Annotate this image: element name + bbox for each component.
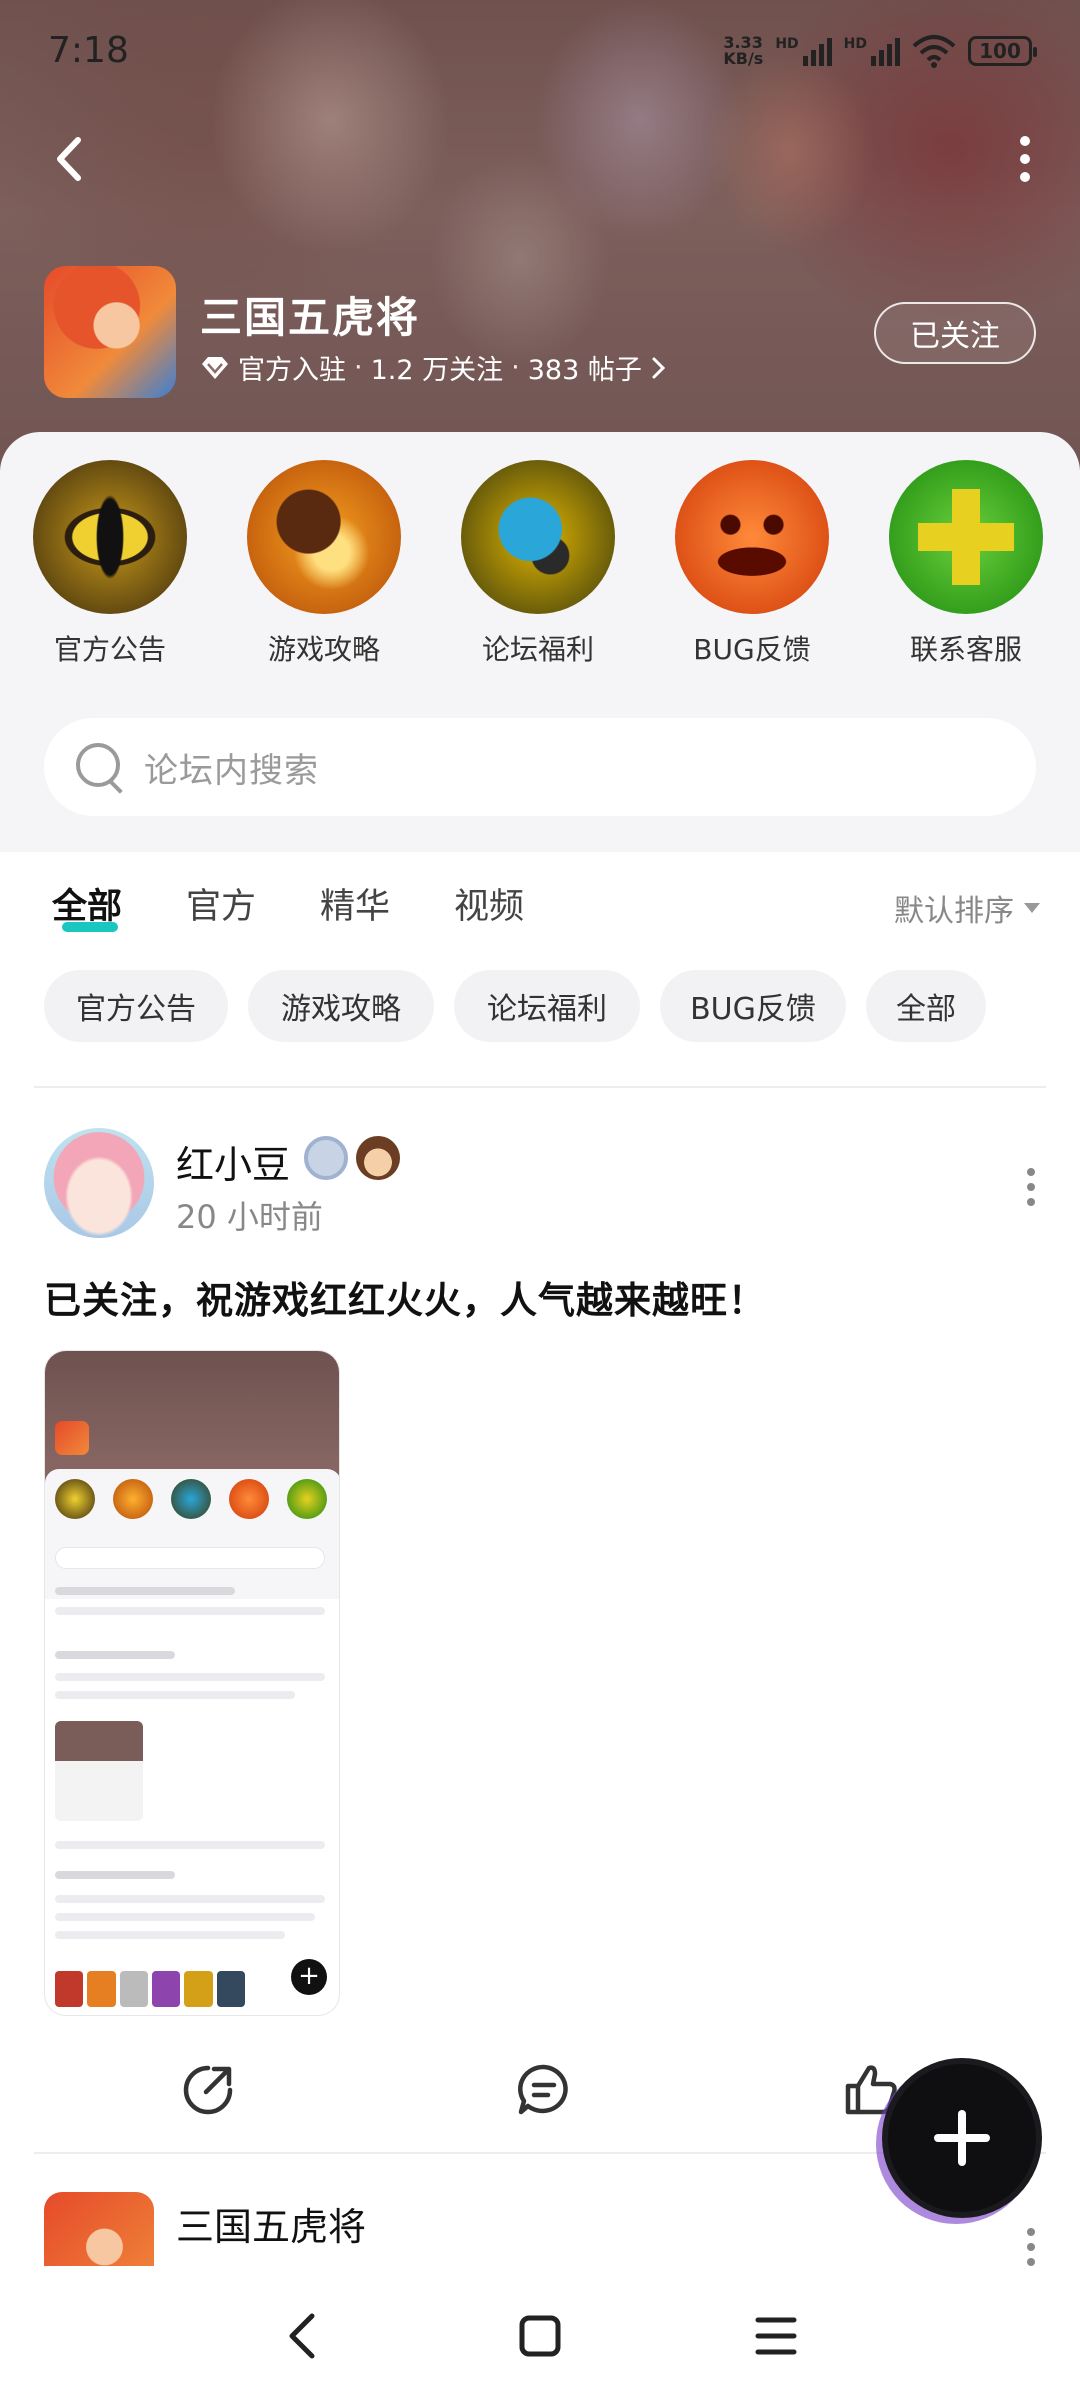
search-bar[interactable]: 论坛内搜索	[44, 718, 1036, 816]
character-badge-icon	[356, 1136, 400, 1180]
posts-count: 383 帖子	[527, 355, 642, 386]
sort-label: 默认排序	[894, 894, 1014, 929]
pumpkin-icon	[675, 460, 829, 614]
network-speed: 3.33 KB/s	[723, 35, 763, 67]
post-author[interactable]: 红小豆	[176, 1134, 290, 1189]
strategy-icon	[247, 460, 401, 614]
comment-button[interactable]	[514, 2060, 574, 2120]
tab-featured[interactable]: 精华	[320, 878, 390, 929]
signal-icon-2: HD	[844, 36, 900, 66]
status-icons: 3.33 KB/s HD HD 100	[723, 34, 1037, 68]
back-button[interactable]	[46, 134, 96, 184]
follow-button[interactable]: 已关注	[874, 302, 1036, 364]
chip-all[interactable]: 全部	[866, 970, 986, 1042]
category-chips: 官方公告 游戏攻略 论坛福利 BUG反馈 全部	[0, 970, 1080, 1046]
game-logo	[44, 266, 176, 398]
post-text[interactable]: 已关注，祝游戏红红火火，人气越来越旺！	[44, 1270, 766, 1324]
nav-back-icon	[289, 2313, 315, 2359]
quick-links: 官方公告 游戏攻略 论坛福利 BUG反馈 联系客服	[0, 460, 1080, 680]
followers-count: 1.2 万关注	[370, 355, 504, 386]
official-badge-label: 官方入驻	[238, 355, 346, 386]
nav-back-button[interactable]	[274, 2306, 334, 2366]
back-arrow-icon	[57, 137, 81, 181]
chip-welfare[interactable]: 论坛福利	[454, 970, 640, 1042]
status-bar: 7:18 3.33 KB/s HD HD 100	[0, 0, 1080, 100]
nav-home-icon	[519, 2315, 561, 2357]
tab-official[interactable]: 官方	[186, 878, 256, 929]
plus-icon	[934, 2110, 990, 2166]
tab-video[interactable]: 视频	[454, 878, 524, 929]
quick-link-bug-feedback[interactable]: BUG反馈	[652, 460, 852, 668]
screen: 7:18 3.33 KB/s HD HD 100 三国五虎将 官方入驻 · 1.…	[0, 0, 1080, 2400]
gift-icon	[461, 460, 615, 614]
more-options-button[interactable]	[1000, 134, 1050, 184]
quick-link-label: 联系客服	[909, 633, 1022, 666]
caret-down-icon	[1024, 903, 1040, 913]
comment-icon	[518, 2064, 568, 2115]
sort-dropdown[interactable]: 默认排序	[894, 886, 1040, 930]
chip-announcement[interactable]: 官方公告	[44, 970, 228, 1042]
quick-link-customer-service[interactable]: 联系客服	[866, 460, 1066, 668]
eye-icon	[33, 460, 187, 614]
game-meta[interactable]: 官方入驻 · 1.2 万关注 · 383 帖子	[200, 348, 668, 387]
diamond-icon	[202, 356, 228, 379]
quick-link-label: 论坛福利	[481, 633, 594, 666]
chevron-right-icon	[652, 357, 665, 378]
quick-link-label: BUG反馈	[693, 633, 811, 666]
status-time: 7:18	[48, 30, 129, 71]
divider	[34, 1086, 1046, 1088]
system-navigation-bar	[0, 2266, 1080, 2400]
feed-tabs: 全部 官方 精华 视频 默认排序	[0, 852, 1080, 952]
quick-link-label: 官方公告	[53, 633, 166, 666]
chip-bug-feedback[interactable]: BUG反馈	[660, 970, 846, 1042]
quick-link-announcement[interactable]: 官方公告	[10, 460, 210, 668]
post-image[interactable]: +	[44, 1350, 340, 2016]
post2-author[interactable]: 三国五虎将	[176, 2196, 366, 2251]
search-input[interactable]: 论坛内搜索	[144, 743, 319, 792]
wifi-icon	[912, 35, 956, 68]
forum-shortcuts-panel: 官方公告 游戏攻略 论坛福利 BUG反馈 联系客服 论坛内搜索	[0, 432, 1080, 852]
hd-label: HD	[775, 36, 799, 52]
quick-link-welfare[interactable]: 论坛福利	[438, 460, 638, 668]
quick-link-label: 游戏攻略	[267, 633, 380, 666]
post2-more-button[interactable]	[1016, 2222, 1046, 2272]
plus-cross-icon	[889, 460, 1043, 614]
nav-home-button[interactable]	[510, 2306, 570, 2366]
level-badge-icon	[304, 1136, 348, 1180]
nav-menu-button[interactable]	[746, 2306, 806, 2366]
hd-label-2: HD	[843, 36, 867, 52]
share-icon	[183, 2065, 233, 2115]
network-speed-unit: KB/s	[723, 49, 764, 68]
search-icon	[72, 739, 128, 795]
quick-link-guide[interactable]: 游戏攻略	[224, 460, 424, 668]
signal-icon: HD	[775, 36, 832, 66]
create-post-button[interactable]	[888, 2064, 1036, 2212]
post-time: 20 小时前	[176, 1198, 323, 1236]
active-tab-indicator	[62, 922, 118, 932]
avatar[interactable]	[44, 1128, 154, 1238]
chip-guide[interactable]: 游戏攻略	[248, 970, 434, 1042]
game-title: 三国五虎将	[200, 293, 421, 342]
share-button[interactable]	[178, 2060, 238, 2120]
battery-icon: 100	[968, 36, 1037, 66]
nav-menu-icon	[755, 2317, 797, 2355]
post-more-button[interactable]	[1016, 1162, 1046, 1212]
